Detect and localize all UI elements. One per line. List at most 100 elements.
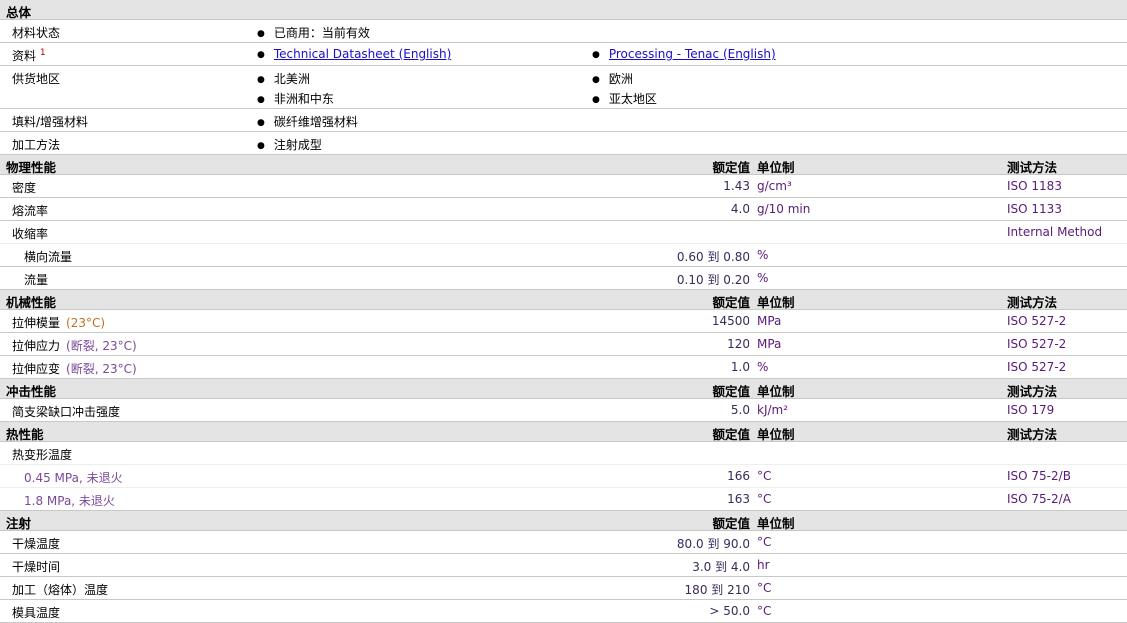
property-label: 热变形温度 (12, 446, 72, 463)
test-method: ISO 75-2/A (1007, 492, 1071, 506)
property-row: 熔流率 4.0 g/10 min ISO 1133 (0, 198, 1127, 221)
section-impact: 冲击性能 额定值 单位制 测试方法 简支梁缺口冲击强度 5.0 kJ/m² ISO 179 (0, 379, 1127, 422)
property-label: 收缩率 (12, 225, 48, 242)
property-unit: % (757, 360, 769, 374)
doc-item: Technical Datasheet (English) (257, 47, 451, 61)
label-text: 密度 (12, 181, 37, 195)
property-label: 简支梁缺口冲击强度 (12, 403, 120, 420)
property-unit: % (757, 271, 769, 285)
property-unit: °C (757, 581, 772, 595)
section-header: 热性能 额定值 单位制 测试方法 (0, 422, 1127, 442)
label-text: 资料 (12, 49, 37, 63)
property-value: 14500 (711, 314, 750, 328)
section-header: 总体 (0, 0, 1127, 20)
property-unit: MPa (757, 337, 782, 351)
test-method: ISO 527-2 (1007, 360, 1067, 374)
column-header-unit: 单位制 (757, 295, 795, 310)
row-status: 材料状态 已商用：当前有效 (0, 20, 1127, 43)
property-label: 模具温度 (12, 604, 60, 621)
property-label: 0.45 MPa, 未退火 (24, 469, 123, 486)
property-row: 热变形温度 (0, 442, 1127, 465)
property-unit: % (757, 248, 769, 262)
test-method: ISO 1183 (1007, 179, 1062, 193)
row-label: 材料状态 (12, 26, 61, 40)
condition-text: 1.8 MPa, 未退火 (24, 494, 115, 508)
property-label: 拉伸应力 (断裂, 23°C) (12, 337, 137, 354)
property-unit: MPa (757, 314, 782, 328)
section-thermal: 热性能 额定值 单位制 测试方法 热变形温度 0.45 MPa, 未退火 166 °C ISO … (0, 422, 1127, 511)
property-row: 干燥时间 3.0 到 4.0 hr (0, 554, 1127, 577)
row-label: 供货地区 (12, 72, 61, 86)
column-header-value: 额定值 (712, 384, 750, 399)
section-general: 总体 材料状态 已商用：当前有效 资料 1 Technical Datasheet… (0, 0, 1127, 155)
property-row: 1.8 MPa, 未退火 163 °C ISO 75-2/A (0, 488, 1127, 511)
property-label: 1.8 MPa, 未退火 (24, 492, 115, 509)
property-label: 密度 (12, 179, 36, 196)
property-label: 熔流率 (12, 202, 48, 219)
property-row: 拉伸模量 (23°C) 14500 MPa ISO 527-2 (0, 310, 1127, 333)
column-header-unit: 单位制 (757, 160, 795, 175)
property-unit: °C (757, 469, 772, 483)
property-value: 5.0 (730, 403, 750, 417)
property-value: 0.60 到 0.80 (676, 250, 750, 264)
row-filler: 填料/增强材料 碳纤维增强材料 (0, 109, 1127, 132)
row-docs: 资料 1 Technical Datasheet (English) Proce… (0, 43, 1127, 66)
property-row: 简支梁缺口冲击强度 5.0 kJ/m² ISO 179 (0, 399, 1127, 422)
doc-item: Processing - Tenac (English) (592, 47, 776, 61)
property-label: 横向流量 (24, 248, 72, 265)
property-label: 加工（熔体）温度 (12, 581, 108, 598)
test-method: ISO 1133 (1007, 202, 1062, 216)
property-label: 拉伸应变 (断裂, 23°C) (12, 360, 137, 377)
property-value: > 50.0 (709, 604, 750, 618)
row-label: 资料 1 (12, 47, 46, 64)
property-value: 166 (727, 469, 750, 483)
property-row: 流量 0.10 到 0.20% (0, 267, 1127, 290)
column-header-method: 测试方法 (1007, 295, 1058, 310)
property-unit: °C (757, 604, 772, 618)
column-header-unit: 单位制 (757, 516, 795, 531)
property-label: 流量 (24, 271, 48, 288)
label-text: 熔流率 (12, 204, 49, 218)
section-title: 冲击性能 (6, 384, 57, 399)
column-header-unit: 单位制 (757, 427, 795, 442)
test-method: Internal Method (1007, 225, 1103, 239)
label-text: 流量 (24, 273, 49, 287)
region-item: 非洲和中东 (257, 90, 334, 107)
label-text: 简支梁缺口冲击强度 (12, 405, 121, 419)
column-header-method: 测试方法 (1007, 427, 1058, 442)
property-value: 180 到 210 (684, 583, 750, 597)
region-item: 欧洲 (592, 70, 633, 87)
row-value: 已商用：当前有效 (257, 24, 370, 41)
processing-link[interactable]: Processing - Tenac (English) (609, 47, 776, 61)
section-injection: 注射 额定值 单位制 干燥温度 80.0 到 90.0 °C 干燥时间 3.0 到 4.0 hr… (0, 511, 1127, 623)
section-title: 物理性能 (6, 160, 57, 175)
region-item: 北美洲 (257, 70, 310, 87)
row-value: 注射成型 (257, 136, 322, 153)
condition-text: 0.45 MPa, 未退火 (24, 471, 123, 485)
label-text: 拉伸模量 (12, 316, 61, 330)
region-item: 亚太地区 (592, 90, 657, 107)
property-row: 拉伸应力 (断裂, 23°C) 120 MPa ISO 527-2 (0, 333, 1127, 356)
column-header-method: 测试方法 (1007, 160, 1058, 175)
label-text: 模具温度 (12, 606, 61, 620)
section-title: 热性能 (6, 427, 44, 442)
row-value: 碳纤维增强材料 (257, 113, 358, 130)
row-label: 加工方法 (12, 138, 61, 152)
section-header: 冲击性能 额定值 单位制 测试方法 (0, 379, 1127, 399)
column-header-value: 额定值 (712, 295, 750, 310)
property-value: 1.43 (723, 179, 750, 193)
section-physical: 物理性能 额定值 单位制 测试方法 密度 1.43 g/cm³ ISO 1183 熔流率 4.0 g… (0, 155, 1127, 290)
section-title: 总体 (6, 5, 32, 20)
property-row: 干燥温度 80.0 到 90.0 °C (0, 531, 1127, 554)
property-value: 0.10 到 0.20 (676, 273, 750, 287)
test-method: ISO 527-2 (1007, 314, 1067, 328)
label-text: 干燥时间 (12, 560, 61, 574)
section-header: 物理性能 额定值 单位制 测试方法 (0, 155, 1127, 175)
property-value: 80.0 到 90.0 (676, 537, 750, 551)
property-unit: kJ/m² (757, 403, 789, 417)
property-unit: g/10 min (757, 202, 811, 216)
condition-text: (23°C) (66, 316, 106, 330)
property-label: 干燥温度 (12, 535, 60, 552)
technical-datasheet-link[interactable]: Technical Datasheet (English) (274, 47, 451, 61)
property-unit: °C (757, 535, 772, 549)
